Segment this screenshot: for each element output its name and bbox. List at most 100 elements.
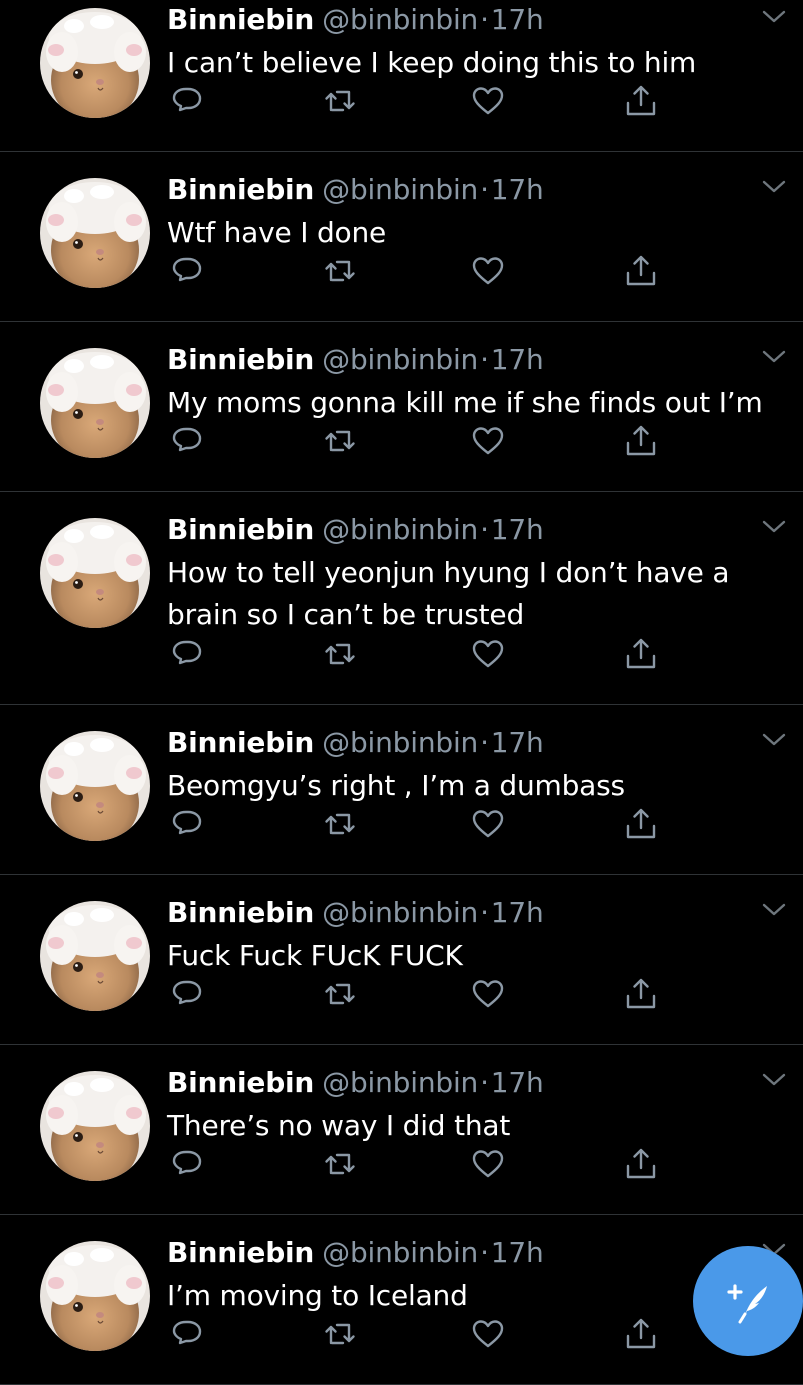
like-button[interactable] (471, 807, 505, 841)
tweet-header: Binniebin @binbinbin·17h (167, 170, 544, 210)
reply-button[interactable] (170, 84, 204, 118)
like-button[interactable] (471, 424, 505, 458)
like-button[interactable] (471, 637, 505, 671)
avatar[interactable] (40, 178, 150, 288)
user-handle[interactable]: @binbinbin (322, 726, 478, 759)
timestamp[interactable]: 17h (491, 513, 544, 546)
retweet-button[interactable] (323, 807, 357, 841)
retweet-icon (325, 90, 355, 112)
like-button[interactable] (471, 977, 505, 1011)
user-handle[interactable]: @binbinbin (322, 3, 478, 36)
reply-button[interactable] (170, 637, 204, 671)
like-icon (472, 1320, 504, 1348)
chevron-down-icon[interactable] (761, 8, 787, 26)
display-name[interactable]: Binniebin (167, 343, 314, 376)
avatar[interactable] (40, 1241, 150, 1351)
chevron-down-icon[interactable] (761, 518, 787, 536)
reply-button[interactable] (170, 807, 204, 841)
display-name[interactable]: Binniebin (167, 513, 314, 546)
like-icon (472, 427, 504, 455)
timestamp[interactable]: 17h (491, 1236, 544, 1269)
display-name[interactable]: Binniebin (167, 1066, 314, 1099)
retweet-button[interactable] (323, 1147, 357, 1181)
tweet-actions (165, 807, 665, 841)
share-button[interactable] (624, 977, 658, 1011)
retweet-button[interactable] (323, 977, 357, 1011)
reply-button[interactable] (170, 1147, 204, 1181)
tweet[interactable]: Binniebin @binbinbin·17h How to tell yeon… (0, 492, 803, 705)
user-handle[interactable]: @binbinbin (322, 343, 478, 376)
retweet-button[interactable] (323, 424, 357, 458)
chevron-down-icon[interactable] (761, 348, 787, 366)
separator-dot: · (480, 3, 489, 36)
share-button[interactable] (624, 1317, 658, 1351)
retweet-button[interactable] (323, 637, 357, 671)
tweet[interactable]: Binniebin @binbinbin·17h My moms gonna ki… (0, 322, 803, 492)
avatar[interactable] (40, 518, 150, 628)
display-name[interactable]: Binniebin (167, 1236, 314, 1269)
retweet-button[interactable] (323, 1317, 357, 1351)
timestamp[interactable]: 17h (491, 896, 544, 929)
separator-dot: · (480, 896, 489, 929)
user-handle[interactable]: @binbinbin (322, 896, 478, 929)
share-icon (626, 1318, 656, 1349)
like-button[interactable] (471, 84, 505, 118)
retweet-button[interactable] (323, 84, 357, 118)
share-button[interactable] (624, 807, 658, 841)
tweet-actions (165, 84, 665, 118)
tweet[interactable]: Binniebin @binbinbin·17h I can’t believe … (0, 0, 803, 152)
compose-tweet-button[interactable] (693, 1246, 803, 1356)
retweet-icon (325, 983, 355, 1005)
share-icon (626, 808, 656, 839)
share-button[interactable] (624, 1147, 658, 1181)
reply-button[interactable] (170, 977, 204, 1011)
avatar[interactable] (40, 731, 150, 841)
tweet[interactable]: Binniebin @binbinbin·17h Beomgyu’s right … (0, 705, 803, 875)
display-name[interactable]: Binniebin (167, 3, 314, 36)
display-name[interactable]: Binniebin (167, 173, 314, 206)
chevron-down-icon[interactable] (761, 901, 787, 919)
user-handle[interactable]: @binbinbin (322, 1236, 478, 1269)
timestamp[interactable]: 17h (491, 173, 544, 206)
timestamp[interactable]: 17h (491, 726, 544, 759)
tweet-header: Binniebin @binbinbin·17h (167, 723, 544, 763)
display-name[interactable]: Binniebin (167, 896, 314, 929)
share-button[interactable] (624, 254, 658, 288)
tweet[interactable]: Binniebin @binbinbin·17h Fuck Fuck FUcK F… (0, 875, 803, 1045)
like-button[interactable] (471, 1317, 505, 1351)
reply-button[interactable] (170, 424, 204, 458)
chevron-down-icon[interactable] (761, 178, 787, 196)
reply-button[interactable] (170, 1317, 204, 1351)
user-handle[interactable]: @binbinbin (322, 513, 478, 546)
chevron-down-icon[interactable] (761, 731, 787, 749)
retweet-icon (325, 643, 355, 665)
share-button[interactable] (624, 424, 658, 458)
separator-dot: · (480, 513, 489, 546)
retweet-button[interactable] (323, 254, 357, 288)
tweet[interactable]: Binniebin @binbinbin·17h Wtf have I done (0, 152, 803, 322)
timestamp[interactable]: 17h (491, 3, 544, 36)
reply-icon (172, 1320, 202, 1345)
tweet-header: Binniebin @binbinbin·17h (167, 1233, 544, 1273)
tweet-text: How to tell yeonjun hyung I don’t have a… (167, 556, 730, 631)
tweet-text: I can’t believe I keep doing this to him (167, 46, 697, 79)
reply-button[interactable] (170, 254, 204, 288)
share-button[interactable] (624, 637, 658, 671)
retweet-icon (325, 1153, 355, 1175)
avatar[interactable] (40, 348, 150, 458)
chevron-down-icon[interactable] (761, 1071, 787, 1089)
separator-dot: · (480, 1236, 489, 1269)
timestamp[interactable]: 17h (491, 1066, 544, 1099)
like-button[interactable] (471, 254, 505, 288)
like-button[interactable] (471, 1147, 505, 1181)
timestamp[interactable]: 17h (491, 343, 544, 376)
share-button[interactable] (624, 84, 658, 118)
avatar[interactable] (40, 8, 150, 118)
user-handle[interactable]: @binbinbin (322, 173, 478, 206)
tweet[interactable]: Binniebin @binbinbin·17h There’s no way I… (0, 1045, 803, 1215)
user-handle[interactable]: @binbinbin (322, 1066, 478, 1099)
tweet[interactable]: Binniebin @binbinbin·17h I’m moving to Ic… (0, 1215, 803, 1385)
avatar[interactable] (40, 901, 150, 1011)
avatar[interactable] (40, 1071, 150, 1181)
display-name[interactable]: Binniebin (167, 726, 314, 759)
